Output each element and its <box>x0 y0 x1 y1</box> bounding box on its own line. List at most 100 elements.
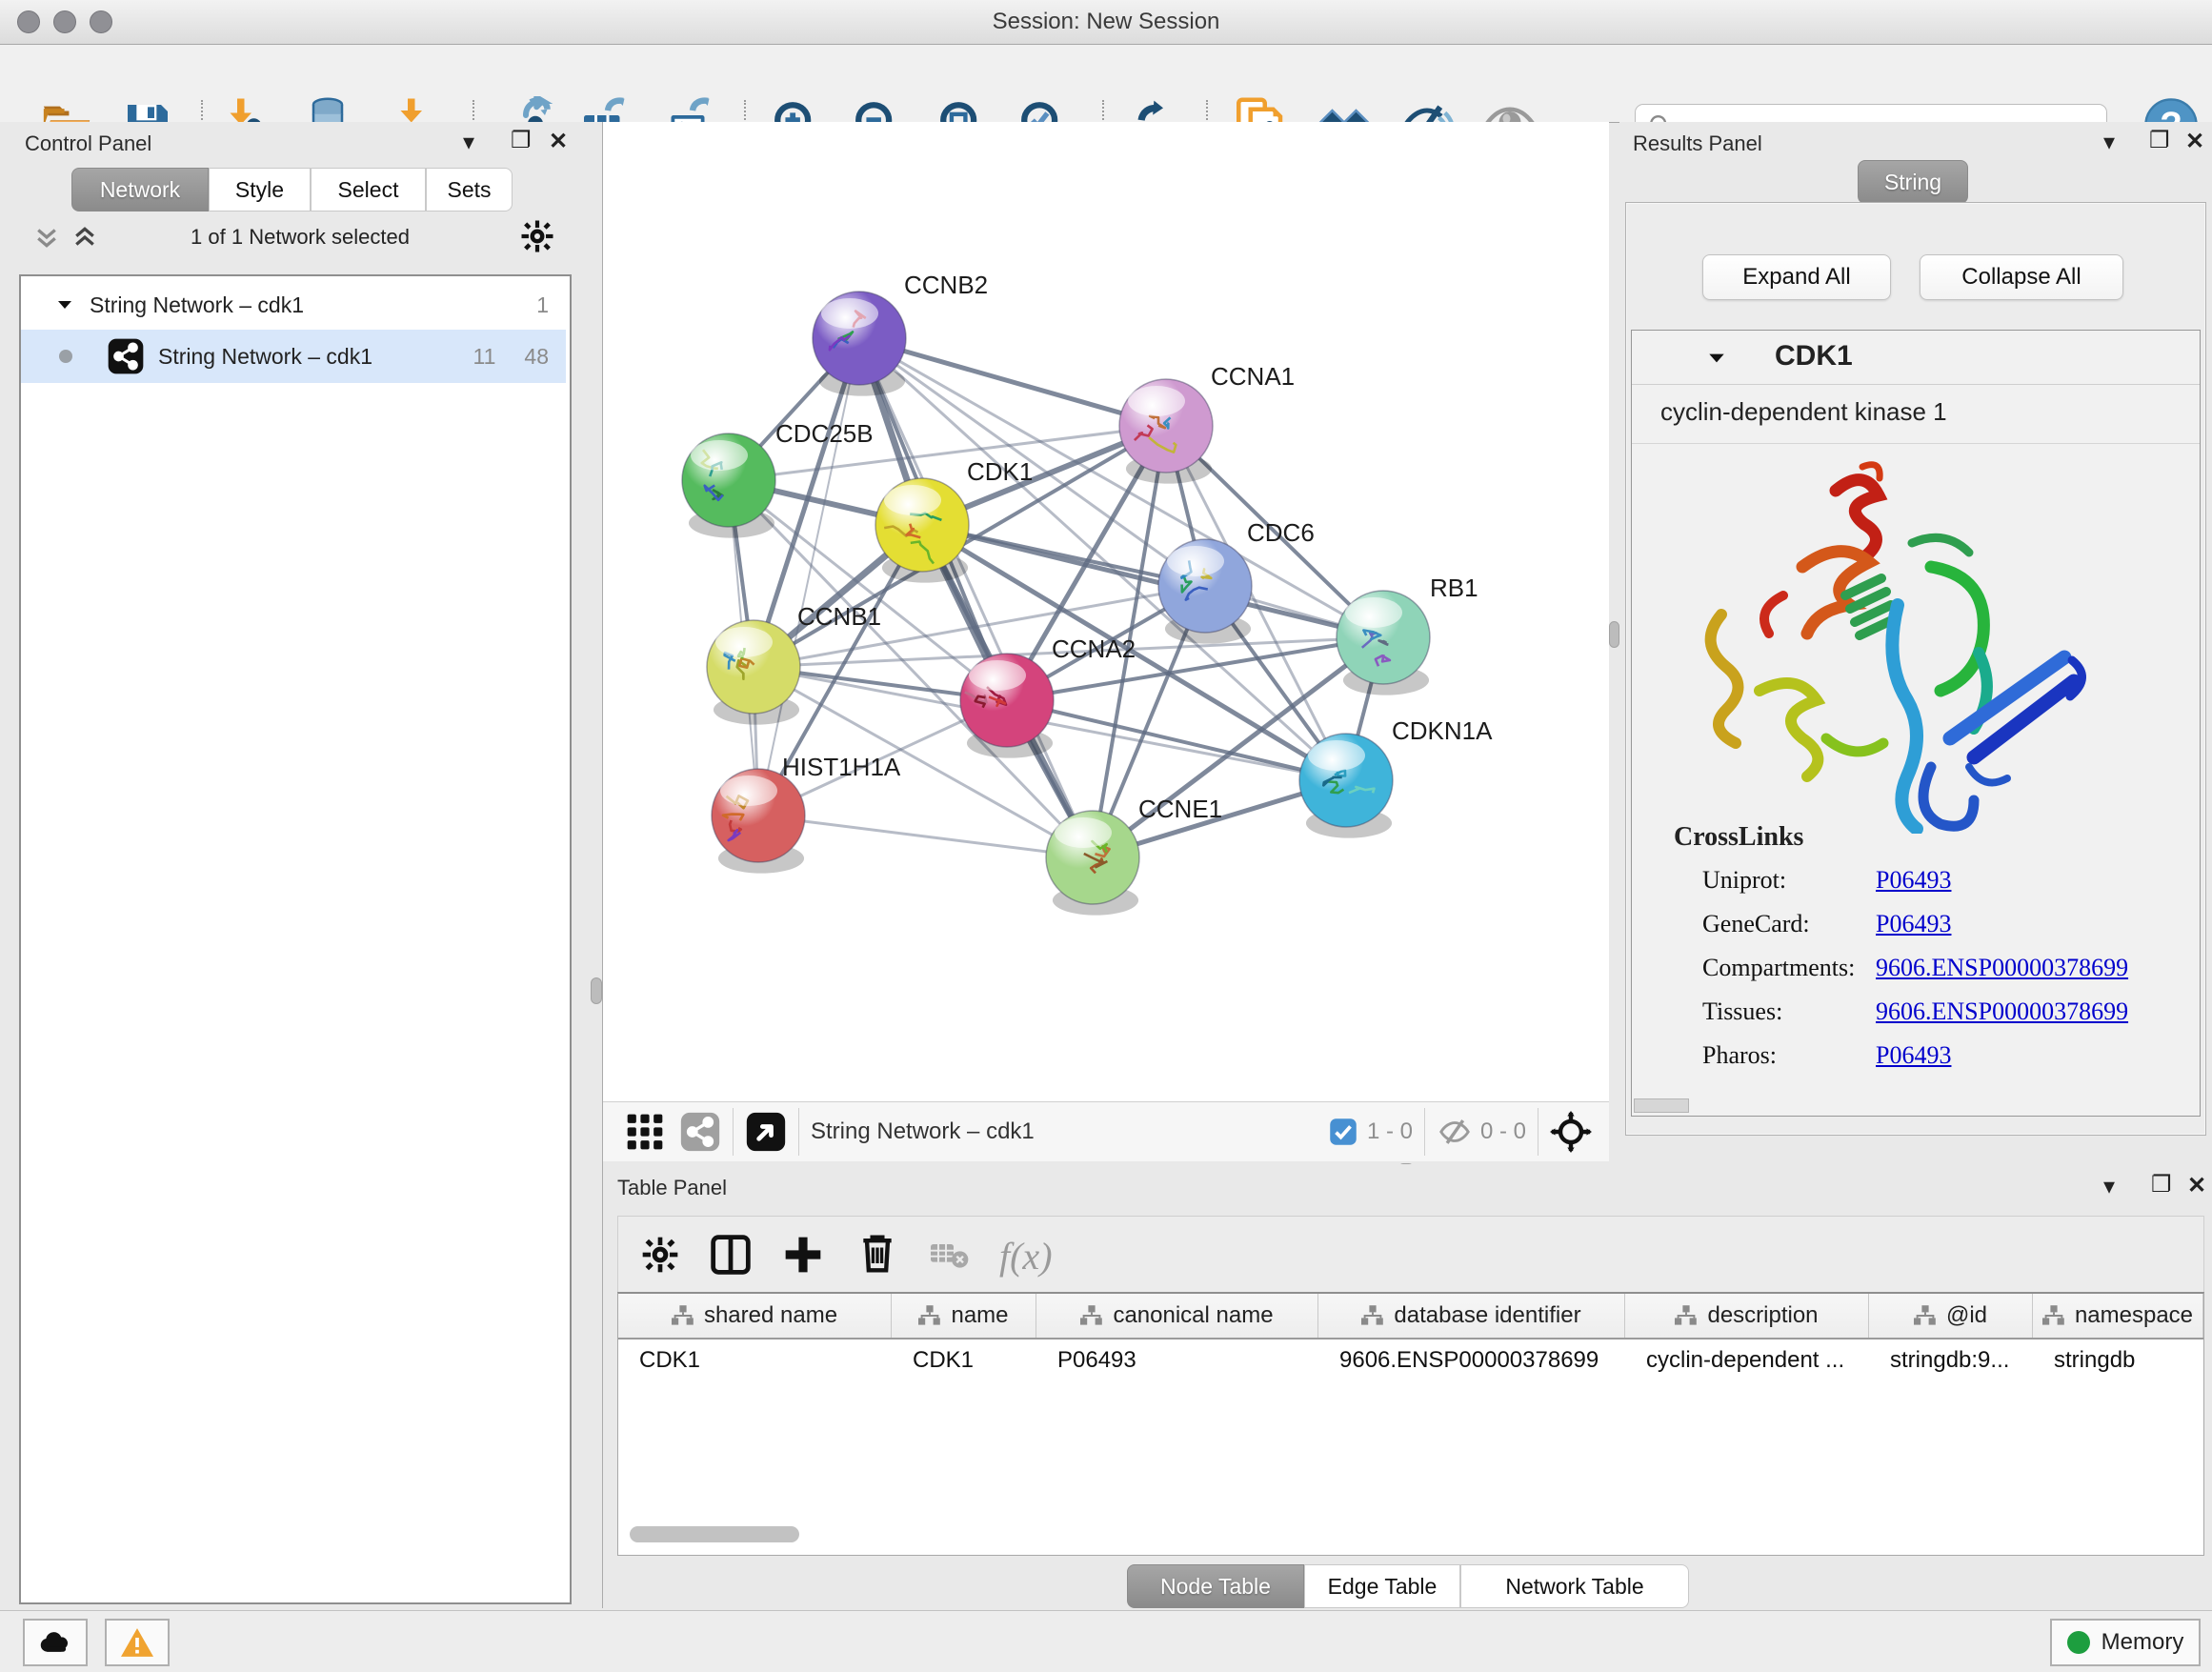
column-header-shared-name[interactable]: shared name <box>618 1294 892 1338</box>
network-row[interactable]: String Network – cdk1 11 48 <box>21 330 566 383</box>
node-label-HIST1H1A: HIST1H1A <box>782 753 901 781</box>
column-header-canonical-name[interactable]: canonical name <box>1036 1294 1318 1338</box>
tab-edge-table[interactable]: Edge Table <box>1304 1564 1460 1608</box>
network-view-toolbar: String Network – cdk1 1 - 0 0 - 0 <box>603 1101 1609 1161</box>
control-panel-title: Control Panel <box>25 131 151 156</box>
grid-view-icon[interactable] <box>624 1111 666 1153</box>
table-cell: stringdb:9... <box>1869 1347 2033 1374</box>
results-panel-menu-icon[interactable]: ▾ <box>2103 131 2115 154</box>
control-panel-tabs: NetworkStyleSelectSets <box>71 168 513 212</box>
control-panel-menu-icon[interactable]: ▾ <box>463 131 474 154</box>
network-selection-status: 1 of 1 Network selected <box>124 225 476 250</box>
crosslink-value[interactable]: P06493 <box>1876 1041 1951 1070</box>
panel-splitter-handle[interactable] <box>591 977 602 1004</box>
column-header-name[interactable]: name <box>892 1294 1036 1338</box>
table-cell: CDK1 <box>618 1347 892 1374</box>
network-node-HIST1H1A[interactable]: HIST1H1A <box>712 753 901 874</box>
results-splitter-handle[interactable] <box>1609 621 1619 648</box>
column-header-description[interactable]: description <box>1625 1294 1869 1338</box>
table-cell: cyclin-dependent ... <box>1625 1347 1869 1374</box>
birds-eye-view-icon[interactable] <box>745 1111 787 1153</box>
cloud-button[interactable] <box>23 1619 88 1666</box>
tab-node-table[interactable]: Node Table <box>1127 1564 1304 1608</box>
create-column-icon[interactable] <box>782 1234 824 1276</box>
collection-count: 1 <box>536 292 549 318</box>
table-settings-gear-icon[interactable] <box>641 1236 679 1274</box>
table-panel-close-icon[interactable]: ✕ <box>2187 1175 2206 1198</box>
toolbar-divider <box>798 1108 799 1156</box>
toolbar-divider <box>1424 1108 1425 1156</box>
expand-all-button[interactable]: Expand All <box>1702 254 1891 300</box>
control-panel-float-icon[interactable]: ❐ <box>511 130 532 152</box>
network-options-gear-icon[interactable] <box>520 219 554 253</box>
tab-sets[interactable]: Sets <box>426 168 513 212</box>
string-app-icon <box>107 337 145 375</box>
network-collection-row[interactable]: String Network – cdk1 1 <box>21 280 566 330</box>
network-canvas[interactable]: CCNB2CCNA1CDC25BCDK1CDC6RB1CCNB1CCNA2CDK… <box>603 122 1609 1101</box>
network-node-CDK1[interactable]: CDK1 <box>875 457 1033 583</box>
crosslink-label: GeneCard: <box>1702 910 1810 938</box>
collapse-all-tree-icon[interactable] <box>32 223 61 252</box>
network-edge[interactable] <box>758 338 859 816</box>
node-table: shared namenamecanonical namedatabase id… <box>617 1292 2204 1556</box>
tab-style[interactable]: Style <box>209 168 311 212</box>
selected-count: 1 - 0 <box>1367 1118 1413 1145</box>
gene-description: cyclin-dependent kinase 1 <box>1660 397 1947 427</box>
tab-network-table[interactable]: Network Table <box>1460 1564 1689 1608</box>
table-toolbar: f(x) <box>617 1216 2204 1294</box>
column-header-database-identifier[interactable]: database identifier <box>1318 1294 1625 1338</box>
node-label-CCNE1: CCNE1 <box>1138 795 1222 823</box>
card-hscrollbar-thumb[interactable] <box>1634 1098 1689 1113</box>
network-edge[interactable] <box>859 338 1166 426</box>
tree-expander-icon[interactable] <box>55 295 74 314</box>
crosslink-value[interactable]: P06493 <box>1876 866 1951 895</box>
column-header--id[interactable]: @id <box>1869 1294 2033 1338</box>
tab-string[interactable]: String <box>1858 160 1968 204</box>
selected-checkbox-icon[interactable] <box>1329 1118 1357 1146</box>
warning-button[interactable] <box>105 1619 170 1666</box>
results-panel-close-icon[interactable]: ✕ <box>2185 131 2204 153</box>
tab-select[interactable]: Select <box>311 168 426 212</box>
results-panel-float-icon[interactable]: ❐ <box>2149 130 2170 152</box>
show-columns-icon[interactable] <box>710 1234 752 1276</box>
node-count: 11 <box>473 344 496 370</box>
crosslink-value[interactable]: 9606.ENSP00000378699 <box>1876 954 2128 982</box>
cloud-icon <box>38 1630 72 1655</box>
collapse-entry-icon[interactable] <box>1706 348 1727 369</box>
node-label-CDKN1A: CDKN1A <box>1392 716 1493 745</box>
result-card-header[interactable]: CDK1 <box>1632 331 2200 385</box>
table-tabs: Node TableEdge TableNetwork Table <box>1127 1564 1689 1608</box>
tab-network[interactable]: Network <box>71 168 209 212</box>
crosslink-value[interactable]: P06493 <box>1876 910 1951 938</box>
memory-button[interactable]: Memory <box>2050 1619 2201 1666</box>
crosslink-value[interactable]: 9606.ENSP00000378699 <box>1876 997 2128 1026</box>
table-panel-float-icon[interactable]: ❐ <box>2151 1174 2172 1197</box>
network-node-CDC6[interactable]: CDC6 <box>1158 518 1315 644</box>
network-node-CDKN1A[interactable]: CDKN1A <box>1299 716 1493 838</box>
toolbar-divider <box>733 1108 734 1156</box>
collapse-all-button[interactable]: Collapse All <box>1920 254 2123 300</box>
protein-structure-image <box>1693 453 2112 834</box>
node-label-CDC6: CDC6 <box>1247 518 1315 547</box>
table-row[interactable]: CDK1CDK1P064939606.ENSP00000378699cyclin… <box>618 1340 2203 1381</box>
table-panel-menu-icon[interactable]: ▾ <box>2103 1176 2115 1199</box>
network-node-RB1[interactable]: RB1 <box>1337 574 1478 695</box>
control-panel-close-icon[interactable]: ✕ <box>549 131 568 153</box>
column-header-namespace[interactable]: namespace <box>2033 1294 2203 1338</box>
network-node-CCNB2[interactable]: CCNB2 <box>813 271 988 396</box>
table-cell: 9606.ENSP00000378699 <box>1318 1347 1625 1374</box>
gene-description-row: cyclin-dependent kinase 1 <box>1632 384 2200 444</box>
network-edge[interactable] <box>758 816 1093 857</box>
expand-all-tree-icon[interactable] <box>70 223 99 252</box>
network-node-CCNA1[interactable]: CCNA1 <box>1119 362 1295 484</box>
hidden-count: 0 - 0 <box>1480 1118 1526 1145</box>
pan-crosshair-icon[interactable] <box>1550 1111 1592 1153</box>
table-hscrollbar-thumb[interactable] <box>630 1526 799 1542</box>
node-label-CDK1: CDK1 <box>967 457 1033 486</box>
network-thumbnail-icon[interactable] <box>679 1111 721 1153</box>
crosslink-label: Pharos: <box>1702 1041 1777 1070</box>
delete-column-icon[interactable] <box>856 1232 898 1274</box>
crosslink-row: Uniprot:P06493 <box>1632 860 2200 904</box>
memory-label: Memory <box>2101 1629 2184 1656</box>
hidden-items-icon <box>1437 1114 1473 1150</box>
